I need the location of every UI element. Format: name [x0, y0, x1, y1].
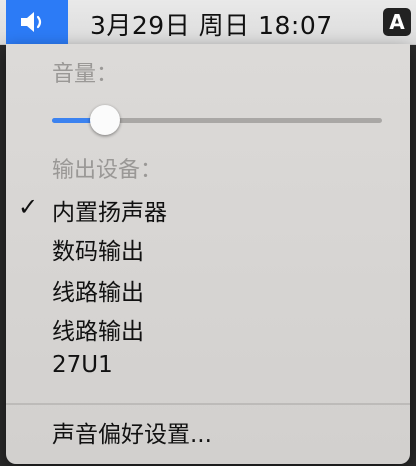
output-device-label: 线路输出	[52, 280, 144, 306]
checkmark-icon: ✓	[18, 193, 39, 221]
menu-separator	[6, 403, 410, 405]
volume-dropdown-menu: 音量： 输出设备： ✓ 内置扬声器 数码输出 线路输出 线路输出 27U1 声音…	[6, 44, 410, 464]
speaker-icon	[21, 12, 42, 32]
output-device-label: 内置扬声器	[52, 200, 167, 226]
output-device-item[interactable]: 线路输出	[6, 308, 410, 346]
input-source-indicator[interactable]: A	[383, 8, 411, 36]
volume-section-label: 音量：	[52, 62, 119, 87]
output-device-item[interactable]: ✓ 内置扬声器	[6, 189, 410, 227]
output-device-item[interactable]: 线路输出	[6, 269, 410, 307]
output-device-label: 线路输出	[52, 319, 144, 345]
sound-preferences-item[interactable]: 声音偏好设置...	[6, 411, 410, 449]
output-device-label: 27U1	[52, 352, 113, 378]
sound-preferences-label: 声音偏好设置...	[52, 422, 212, 448]
output-device-item[interactable]: 27U1	[6, 348, 410, 386]
output-device-section-label: 输出设备：	[52, 158, 163, 183]
menubar-clock[interactable]: 3月29日 周日 18:07	[90, 6, 333, 42]
volume-menu-button[interactable]	[6, 0, 68, 44]
volume-slider-thumb[interactable]	[89, 105, 120, 135]
volume-slider[interactable]	[52, 105, 382, 135]
menu-bar: 3月29日 周日 18:07 A	[0, 0, 416, 45]
output-device-label: 数码输出	[52, 239, 144, 265]
output-device-item[interactable]: 数码输出	[6, 228, 410, 266]
